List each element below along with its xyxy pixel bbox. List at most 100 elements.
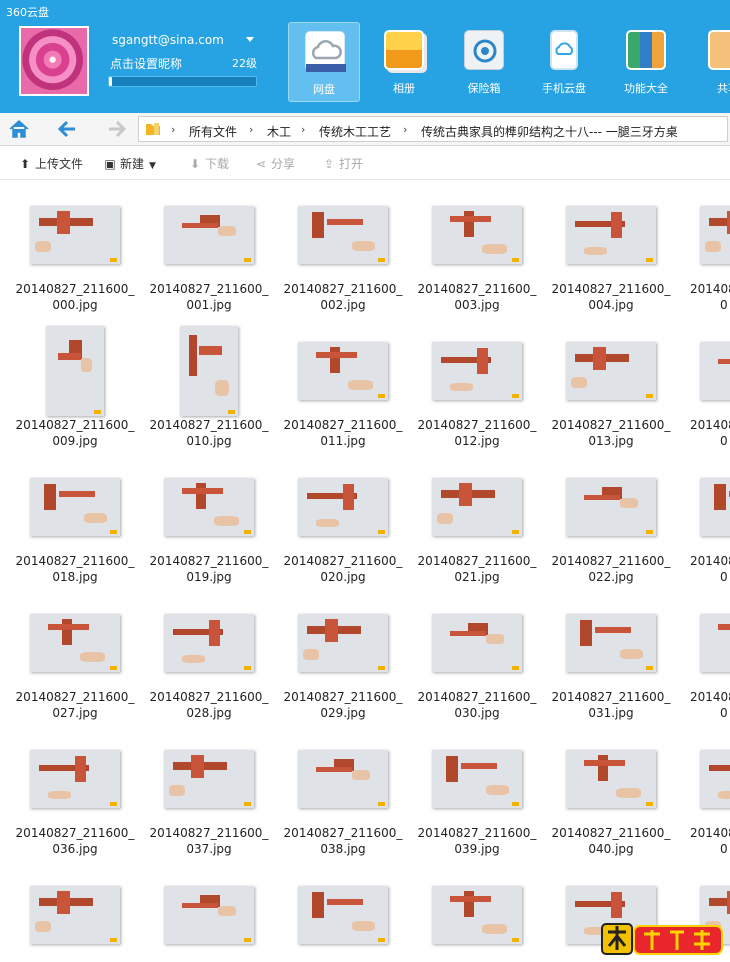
forward-button[interactable] — [103, 117, 129, 141]
file-item[interactable]: 201408 0 — [680, 452, 730, 584]
file-name-line2: 030.jpg — [454, 706, 500, 720]
file-item[interactable] — [278, 860, 408, 962]
file-item[interactable]: 20140827_211600_ 031.jpg — [546, 588, 676, 720]
file-item[interactable]: 20140827_211600_ 030.jpg — [412, 588, 542, 720]
file-name-line2: 010.jpg — [186, 434, 232, 448]
file-item[interactable]: 20140827_211600_ 001.jpg — [144, 180, 274, 312]
hand — [84, 512, 107, 524]
file-item[interactable]: 20140827_211600_ 039.jpg — [412, 724, 542, 856]
camera-stamp — [244, 938, 251, 942]
file-item[interactable]: 20140827_211600_ 013.jpg — [546, 316, 676, 449]
file-item[interactable]: 20140827_211600_ 000.jpg — [10, 180, 140, 312]
file-name-line1: 20140827_211600_ — [417, 554, 537, 568]
avatar[interactable] — [19, 26, 89, 96]
camera-stamp — [244, 666, 251, 670]
wood-piece — [593, 346, 606, 370]
share-folder-icon — [708, 30, 730, 70]
file-item[interactable]: 20140827_211600_ 002.jpg — [278, 180, 408, 312]
file-name: 20140827_211600_ 013.jpg — [546, 417, 676, 449]
arrow-left-icon — [57, 120, 75, 138]
nav-safe[interactable]: 保险箱 — [448, 22, 520, 102]
file-item[interactable]: 20140827_211600_ 027.jpg — [10, 588, 140, 720]
file-item[interactable]: 20140827_211600_ 003.jpg — [412, 180, 542, 313]
chevron-down-icon[interactable] — [246, 37, 254, 42]
image-thumbnail — [432, 342, 522, 400]
camera-stamp — [646, 258, 653, 262]
file-name-line1: 201408 — [690, 690, 730, 704]
camera-stamp — [512, 802, 519, 806]
camera-stamp — [646, 666, 653, 670]
file-item[interactable]: 20140827_211600_ 029.jpg — [278, 588, 408, 720]
file-name-line1: 201408 — [690, 826, 730, 840]
file-item[interactable]: 20140827_211600_ 010.jpg — [144, 316, 274, 448]
file-item[interactable]: 20140827_211600_ 020.jpg — [278, 452, 408, 584]
file-item[interactable]: 201408 0 — [680, 316, 730, 448]
file-item[interactable]: 20140827_211600_ 038.jpg — [278, 724, 408, 856]
wood-piece — [209, 619, 220, 646]
file-name: 20140827_211600_ 003.jpg — [412, 281, 542, 313]
file-item[interactable] — [144, 860, 274, 962]
upload-button[interactable]: ⬆ 上传文件 — [18, 155, 83, 172]
image-thumbnail — [566, 750, 656, 808]
file-item[interactable]: 20140827_211600_ 012.jpg — [412, 316, 542, 448]
wood-piece — [188, 335, 197, 376]
file-item[interactable]: 20140827_211600_ 018.jpg — [10, 452, 140, 584]
file-name-line2: 031.jpg — [588, 706, 634, 720]
file-item[interactable]: 20140827_211600_ 037.jpg — [144, 724, 274, 857]
file-item[interactable]: 20140827_211600_ 028.jpg — [144, 588, 274, 720]
user-email[interactable]: sgangtt@sina.com — [112, 33, 224, 47]
share-button[interactable]: ⋖ 分享 — [254, 155, 295, 172]
file-item[interactable]: 20140827_211600_ 011.jpg — [278, 316, 408, 448]
file-item[interactable]: 201408 0 — [680, 588, 730, 720]
cloud-disk-icon — [305, 31, 346, 72]
file-item[interactable]: 201408 0 — [680, 724, 730, 856]
wood-piece — [61, 618, 73, 646]
hand — [316, 518, 340, 527]
file-name-line2: 019.jpg — [186, 570, 232, 584]
file-item[interactable]: 20140827_211600_ 019.jpg — [144, 452, 274, 584]
file-item[interactable]: 20140827_211600_ 036.jpg — [10, 724, 140, 856]
wood-piece — [611, 211, 622, 238]
camera-stamp — [378, 802, 385, 806]
file-item[interactable] — [412, 860, 542, 962]
image-thumbnail — [298, 342, 388, 400]
breadcrumb-item[interactable]: 所有文件 — [189, 123, 237, 140]
file-name-line1: 201408 — [690, 282, 730, 296]
file-item[interactable]: 20140827_211600_ 004.jpg — [546, 180, 676, 312]
breadcrumb-item[interactable]: 木工 — [267, 123, 291, 140]
breadcrumb-item[interactable]: 传统木工工艺 — [319, 123, 391, 140]
file-name: 20140827_211600_ 037.jpg — [144, 825, 274, 857]
hand — [718, 790, 730, 799]
file-item[interactable]: 20140827_211600_ 021.jpg — [412, 452, 542, 584]
camera-stamp — [378, 530, 385, 534]
image-thumbnail — [700, 478, 730, 536]
file-item[interactable]: 20140827_211600_ 040.jpg — [546, 724, 676, 856]
open-label: 打开 — [339, 157, 364, 171]
nav-app-store[interactable]: 功能大全 — [610, 22, 682, 102]
wood-piece — [195, 482, 207, 510]
nav-share[interactable]: 共享 — [692, 22, 730, 102]
file-item[interactable]: 201408 0 — [680, 180, 730, 312]
breadcrumb-item-current[interactable]: 传统古典家具的榫卯结构之十八--- 一腿三牙方桌 — [421, 123, 678, 140]
download-button[interactable]: ⬇ 下载 — [188, 155, 229, 172]
camera-stamp — [378, 666, 385, 670]
file-item[interactable]: 20140827_211600_ 022.jpg — [546, 452, 676, 584]
file-item[interactable]: 20140827_211600_ 009.jpg — [10, 316, 140, 448]
file-name-line1: 20140827_211600_ — [149, 690, 269, 704]
nav-phone-cloud[interactable]: 手机云盘 — [528, 22, 600, 102]
hand — [168, 784, 185, 797]
image-thumbnail — [566, 342, 656, 400]
nav-cloud-disk[interactable]: 网盘 — [288, 22, 360, 102]
new-button[interactable]: ▣ 新建 ▼ — [103, 155, 156, 172]
hand — [48, 790, 72, 799]
home-button[interactable] — [6, 117, 32, 141]
open-button[interactable]: ⇪ 打开 — [322, 155, 363, 172]
user-level: 22级 — [232, 57, 257, 70]
back-button[interactable] — [55, 117, 81, 141]
file-name-line2: 001.jpg — [186, 298, 232, 312]
nav-photo-album[interactable]: 相册 — [368, 22, 440, 102]
file-item[interactable] — [10, 860, 140, 962]
file-name-line1: 20140827_211600_ — [149, 282, 269, 296]
set-nickname-link[interactable]: 点击设置昵称 — [110, 55, 182, 72]
file-name-line1: 20140827_211600_ — [149, 826, 269, 840]
